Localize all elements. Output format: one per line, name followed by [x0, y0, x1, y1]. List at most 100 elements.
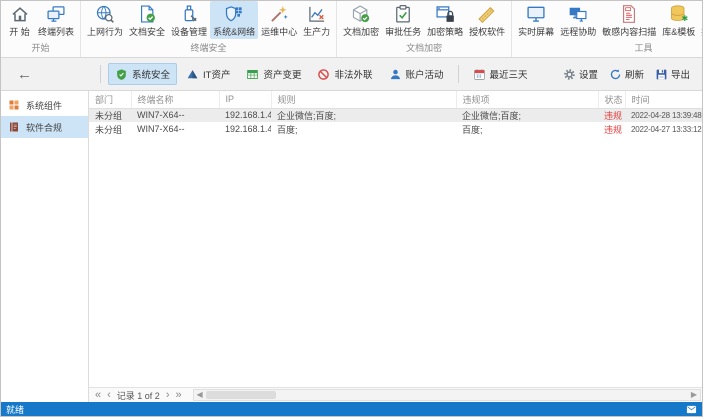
ribbon-button-approval-task[interactable]: 审批任务	[382, 1, 424, 39]
ribbon-button-label: 开 始	[9, 25, 30, 38]
tab-asset-change[interactable]: 资产变更	[239, 63, 308, 85]
filter-label: 最近三天	[490, 67, 528, 81]
scroll-left-icon[interactable]: ◀	[194, 391, 206, 399]
asset-pyramid-icon	[186, 68, 199, 81]
main-area: 系统组件 软件合规 部门 终端名称 IP 规则 违规项	[1, 91, 702, 402]
last-page-button[interactable]: »	[173, 390, 185, 401]
back-button[interactable]: ←	[17, 67, 32, 82]
ribbon-button-system-network[interactable]: 系统&网络	[210, 1, 258, 39]
action-label: 刷新	[625, 67, 644, 81]
toolbar-divider	[458, 65, 459, 83]
settings-button[interactable]: 设置	[563, 67, 598, 81]
ribbon-button-internet-behavior[interactable]: 上网行为	[84, 1, 126, 39]
ribbon-button-label: 库&模板	[662, 25, 695, 38]
tab-label: 资产变更	[263, 67, 301, 81]
ribbon-button-remote-assist[interactable]: 远程协助	[557, 1, 599, 39]
toolbar-actions: 设置 刷新 导出	[563, 67, 694, 81]
ribbon-button-document-security[interactable]: 文档安全	[126, 1, 168, 39]
table-row[interactable]: 未分组 WIN7-X64-- 192.168.1.4 百度; 百度; 违规 20…	[89, 122, 703, 136]
ribbon-button-label: 系统&网络	[213, 25, 255, 38]
system-components-icon	[8, 99, 20, 111]
column-header-dept[interactable]: 部门	[89, 91, 131, 108]
content-scan-icon	[619, 4, 639, 24]
scroll-right-icon[interactable]: ▶	[688, 391, 700, 399]
ribbon-button-label: 审批任务	[385, 25, 421, 38]
ribbon-button-label: 敏感内容扫描	[602, 25, 656, 38]
home-icon	[10, 4, 30, 24]
ribbon-button-home[interactable]: 开 始	[4, 1, 35, 39]
sub-toolbar: ← 系统安全 IT资产 资产变更 非法外联 账户活动 最近三天	[1, 58, 702, 91]
operations-center-icon	[269, 4, 289, 24]
cell-rule: 企业微信;百度;	[271, 108, 456, 122]
ribbon: 开 始 终端列表 开始 上网行为 文档安全	[1, 1, 702, 58]
remote-assist-icon	[568, 4, 588, 24]
refresh-button[interactable]: 刷新	[609, 67, 644, 81]
realtime-screen-icon	[526, 4, 546, 24]
ribbon-button-content-scan[interactable]: 敏感内容扫描	[599, 1, 659, 39]
column-header-ip[interactable]: IP	[219, 91, 271, 108]
ribbon-button-encryption-policy[interactable]: 加密策略	[424, 1, 466, 39]
action-label: 导出	[671, 67, 690, 81]
cell-time: 2022-04-28 13:39:48	[625, 108, 703, 122]
ribbon-button-document-encryption[interactable]: 文档加密	[340, 1, 382, 39]
tab-it-assets[interactable]: IT资产	[179, 63, 237, 85]
table-row[interactable]: 未分组 WIN7-X64-- 192.168.1.4 企业微信;百度; 企业微信…	[89, 108, 703, 122]
ribbon-button-report-center[interactable]: 报表中心	[698, 1, 703, 39]
ribbon-button-operations-center[interactable]: 运维中心	[258, 1, 300, 39]
document-encryption-icon	[351, 4, 371, 24]
device-management-icon	[179, 4, 199, 24]
ribbon-group-start: 开 始 终端列表 开始	[1, 1, 81, 57]
pagination-bar: « ‹ 记录 1 of 2 › » ◀ ▶	[89, 387, 702, 402]
account-activity-icon	[389, 68, 402, 81]
column-header-violation[interactable]: 违规项	[456, 91, 598, 108]
ribbon-button-productivity[interactable]: 生产力	[300, 1, 333, 39]
column-header-time[interactable]: 时间	[625, 91, 703, 108]
shield-green-icon	[115, 68, 128, 81]
encryption-policy-icon	[435, 4, 455, 24]
cell-time: 2022-04-27 13:33:12	[625, 122, 703, 136]
ribbon-button-label: 终端列表	[38, 25, 74, 38]
next-page-button[interactable]: ›	[163, 390, 173, 401]
ribbon-group-tools: 实时屏幕 远程协助 敏感内容扫描 库&模板 报表中心	[512, 1, 703, 57]
ribbon-button-authorized-software[interactable]: 授权软件	[466, 1, 508, 39]
ribbon-button-label: 授权软件	[469, 25, 505, 38]
productivity-icon	[307, 4, 327, 24]
sidebar-item-system-components[interactable]: 系统组件	[1, 94, 88, 116]
sidebar-item-software-compliance[interactable]: 软件合规	[1, 116, 88, 138]
message-envelope-icon[interactable]	[686, 404, 697, 415]
previous-page-button[interactable]: ‹	[104, 390, 114, 401]
authorized-software-icon	[477, 4, 497, 24]
tab-illegal-connection[interactable]: 非法外联	[310, 63, 379, 85]
terminal-list-icon	[46, 4, 66, 24]
horizontal-scrollbar[interactable]: ◀ ▶	[193, 389, 701, 401]
filter-last-three-days[interactable]: 最近三天	[466, 63, 535, 85]
ribbon-button-library-template[interactable]: 库&模板	[659, 1, 698, 39]
violations-table: 部门 终端名称 IP 规则 违规项 状态 时间 未分组 WIN7-X64-- 1…	[89, 91, 703, 136]
tab-label: 非法外联	[334, 67, 372, 81]
ribbon-group-terminal-security: 上网行为 文档安全 设备管理 系统&网络 运维中心	[81, 1, 337, 57]
column-header-terminal[interactable]: 终端名称	[131, 91, 219, 108]
ribbon-button-realtime-screen[interactable]: 实时屏幕	[515, 1, 557, 39]
sidebar-item-label: 软件合规	[26, 121, 62, 134]
scrollbar-thumb[interactable]	[206, 391, 276, 399]
ribbon-button-terminal-list[interactable]: 终端列表	[35, 1, 77, 39]
tab-system-security[interactable]: 系统安全	[108, 63, 177, 85]
app-window: 开 始 终端列表 开始 上网行为 文档安全	[0, 0, 703, 417]
ribbon-button-label: 实时屏幕	[518, 25, 554, 38]
first-page-button[interactable]: «	[92, 390, 104, 401]
table-panel: 部门 终端名称 IP 规则 违规项 状态 时间 未分组 WIN7-X64-- 1…	[89, 91, 702, 402]
export-button[interactable]: 导出	[655, 67, 690, 81]
system-network-icon	[224, 4, 244, 24]
cell-rule: 百度;	[271, 122, 456, 136]
ribbon-button-label: 上网行为	[87, 25, 123, 38]
column-header-rule[interactable]: 规则	[271, 91, 456, 108]
ribbon-button-label: 加密策略	[427, 25, 463, 38]
tab-account-activity[interactable]: 账户活动	[382, 63, 451, 85]
ribbon-button-device-management[interactable]: 设备管理	[168, 1, 210, 39]
ribbon-group-label: 工具	[515, 40, 703, 57]
sidebar: 系统组件 软件合规	[1, 91, 89, 402]
cell-status: 违规	[598, 122, 625, 136]
action-label: 设置	[579, 67, 598, 81]
cell-violation: 百度;	[456, 122, 598, 136]
column-header-status[interactable]: 状态	[598, 91, 625, 108]
